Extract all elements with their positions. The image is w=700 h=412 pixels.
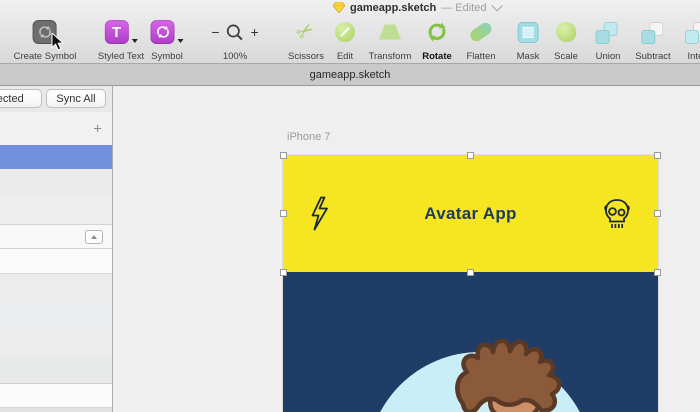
symbol-dropdown-icon[interactable]: [177, 39, 184, 43]
add-item-button[interactable]: +: [93, 121, 102, 136]
collapse-panel-icon[interactable]: [85, 229, 103, 244]
intersect-icon: [685, 20, 700, 44]
create-symbol-label: Create Symbol: [13, 51, 77, 62]
list-item[interactable]: [0, 197, 112, 224]
styled-text-label: Styled Text: [97, 51, 145, 62]
sync-all-button[interactable]: Sync All: [46, 89, 106, 108]
scissors-button[interactable]: ✂ Scissors: [288, 17, 324, 62]
magnifier-icon[interactable]: [226, 23, 245, 42]
scissors-label: Scissors: [288, 51, 324, 62]
selection-handle-ne[interactable]: [654, 152, 661, 159]
rotate-button[interactable]: Rotate: [422, 18, 452, 62]
title-dropdown-caret-icon[interactable]: [491, 0, 504, 12]
sketch-document-icon: [333, 2, 345, 13]
mask-icon: [517, 21, 539, 43]
edit-label: Edit: [336, 51, 354, 62]
list-item[interactable]: [0, 302, 112, 330]
transform-label: Transform: [368, 51, 412, 62]
artboard-label[interactable]: iPhone 7: [287, 131, 330, 143]
union-icon: [595, 20, 620, 44]
selection-handle-n[interactable]: [467, 152, 474, 159]
selection-handle-se[interactable]: [654, 269, 661, 276]
styled-text-button[interactable]: T Styled Text: [98, 18, 144, 62]
symbol-icon: [150, 20, 175, 44]
zoom-out-button[interactable]: −: [211, 24, 219, 40]
selection-handle-e[interactable]: [654, 210, 661, 217]
scale-button[interactable]: Scale: [554, 18, 578, 62]
mask-button[interactable]: Mask: [516, 18, 540, 62]
window-edited-label: — Edited: [441, 1, 487, 14]
flatten-button[interactable]: Flatten: [466, 18, 496, 62]
mask-label: Mask: [516, 51, 540, 62]
canvas[interactable]: iPhone 7 Avatar App: [113, 86, 700, 412]
title-group: gameapp.sketch — Edited: [333, 0, 504, 14]
toolbar: Create Symbol T Styled Text Symbol − + 1…: [0, 14, 700, 63]
window-chrome: gameapp.sketch — Edited Create Symbol T …: [0, 0, 700, 64]
subtract-icon: [640, 20, 665, 44]
zoom-control: − + 100%: [211, 18, 258, 62]
window-title: gameapp.sketch: [350, 1, 437, 14]
rotate-icon: [428, 22, 446, 42]
symbols-sidebar: elected Sync All +: [0, 86, 113, 412]
symbol-label: Symbol: [151, 51, 183, 62]
artboard-iphone7[interactable]: Avatar App: [283, 155, 658, 412]
list-item[interactable]: [0, 249, 112, 274]
scale-icon: [555, 22, 576, 42]
selection-handle-s[interactable]: [467, 269, 474, 276]
intersect-button[interactable]: Inter: [685, 18, 700, 62]
zoom-in-button[interactable]: +: [251, 24, 259, 40]
flatten-label: Flatten: [466, 51, 496, 62]
list-item: [0, 408, 112, 412]
list-item[interactable]: [0, 330, 112, 358]
union-label: Union: [595, 51, 621, 62]
selection-handle-w[interactable]: [280, 210, 287, 217]
symbol-button[interactable]: Symbol: [150, 18, 184, 62]
sketch-window: gameapp.sketch — Edited Create Symbol T …: [0, 0, 700, 412]
list-header-row: +: [0, 112, 112, 146]
mouse-cursor: [51, 33, 65, 51]
list-item[interactable]: [0, 274, 112, 302]
create-symbol-button[interactable]: Create Symbol: [13, 18, 77, 62]
transform-icon: [378, 24, 402, 40]
sync-selected-button[interactable]: elected: [0, 89, 42, 108]
window-titlebar[interactable]: gameapp.sketch — Edited: [0, 0, 700, 14]
panel-toggle-row: [0, 224, 112, 249]
scissors-icon: ✂: [291, 17, 320, 47]
subtract-label: Subtract: [635, 51, 671, 62]
document-tab-title: gameapp.sketch: [309, 68, 391, 81]
document-tabbar[interactable]: gameapp.sketch: [0, 64, 700, 86]
subtract-button[interactable]: Subtract: [635, 18, 671, 62]
header-layer[interactable]: Avatar App: [283, 155, 658, 272]
union-button[interactable]: Union: [595, 18, 621, 62]
list-item[interactable]: [0, 358, 112, 384]
selection-handle-sw[interactable]: [280, 269, 287, 276]
intersect-label: Inter: [687, 51, 700, 62]
edit-icon: [335, 22, 355, 42]
flatten-icon: [468, 20, 494, 44]
styled-text-dropdown-icon[interactable]: [131, 39, 138, 43]
zoom-level-label: 100%: [222, 51, 248, 62]
edit-button[interactable]: Edit: [335, 18, 355, 62]
scale-label: Scale: [554, 51, 578, 62]
list-item[interactable]: [0, 169, 112, 197]
avatar-illustration: [380, 338, 580, 412]
list-item-selected[interactable]: [0, 145, 112, 169]
rotate-label: Rotate: [422, 51, 452, 62]
transform-button[interactable]: Transform: [368, 18, 412, 62]
selection-handle-nw[interactable]: [280, 152, 287, 159]
app-title: Avatar App: [424, 203, 517, 223]
list-item[interactable]: [0, 384, 112, 408]
sidebar-button-row: elected Sync All: [0, 86, 112, 113]
body-layer[interactable]: [283, 272, 658, 412]
styled-text-icon: T: [104, 20, 129, 44]
